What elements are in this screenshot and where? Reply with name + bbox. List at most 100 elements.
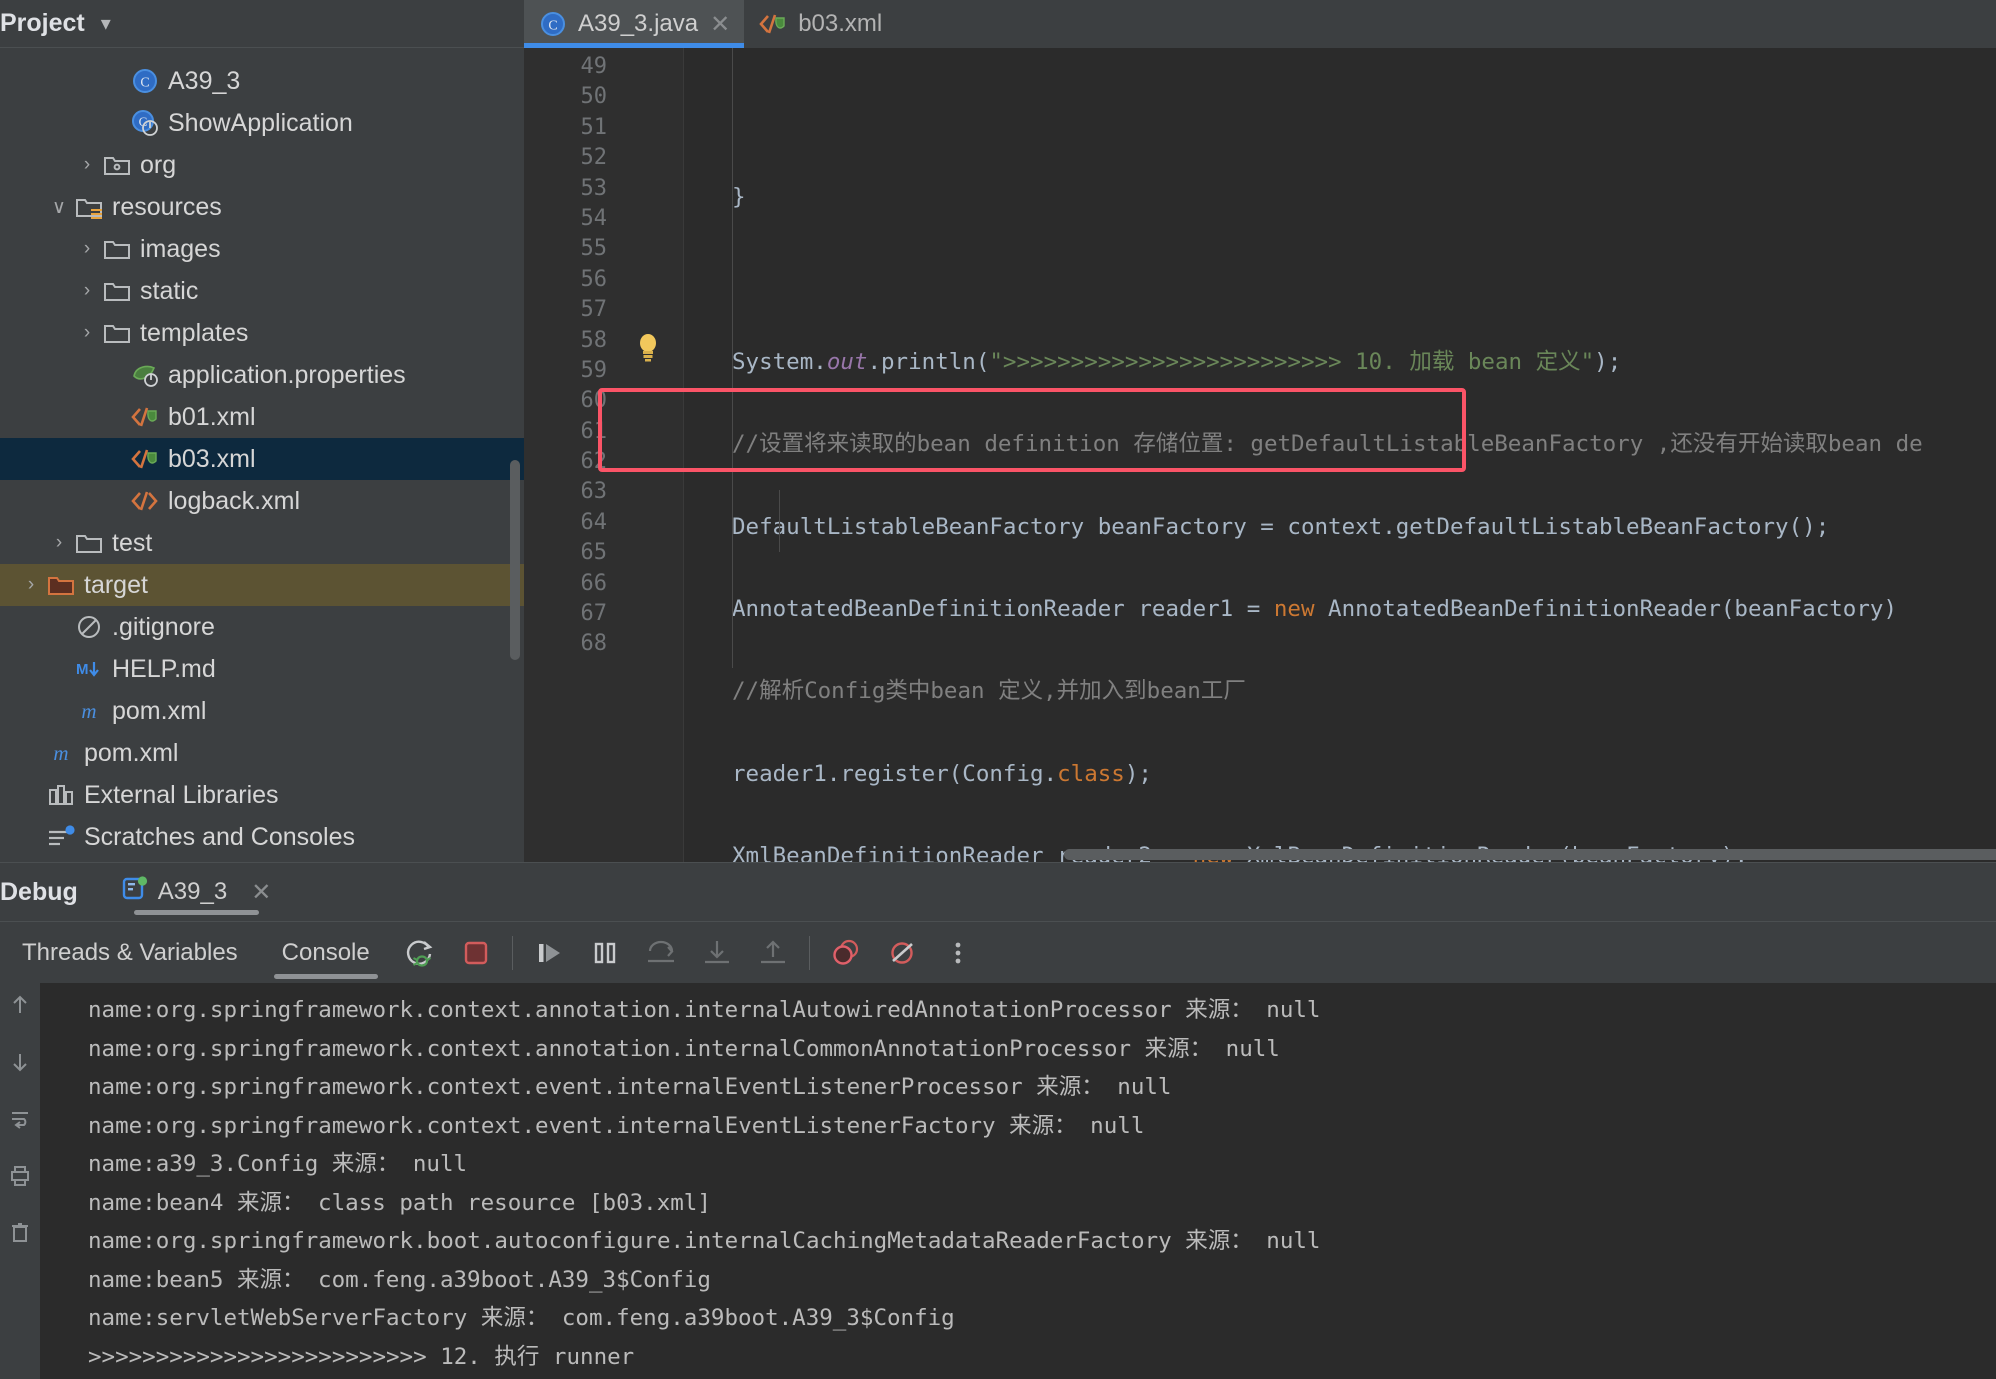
top-region: Project ▾ C A39_3 C ShowApplication › org ∨ res… — [0, 0, 1996, 862]
tree-item-images[interactable]: › images — [0, 228, 524, 270]
code-line-49: } — [732, 184, 746, 210]
sidebar-scrollbar[interactable] — [510, 460, 520, 660]
console-line: >>>>>>>>>>>>>>>>>>>>>>>>> 12. 执行 runner — [88, 1343, 635, 1370]
project-tree[interactable]: C A39_3 C ShowApplication › org ∨ resources › ima… — [0, 48, 524, 862]
tree-item-pom-xml[interactable]: m pom.xml — [0, 732, 524, 774]
editor-tab-a39-3-java[interactable]: C A39_3.java ✕ — [524, 0, 745, 48]
tree-item--gitignore[interactable]: .gitignore — [0, 606, 524, 648]
spring-xml-icon — [128, 444, 162, 474]
indent-guide — [779, 490, 780, 552]
tree-item-resources[interactable]: ∨ resources — [0, 186, 524, 228]
markdown-icon: M — [72, 654, 106, 684]
debug-toolbar: Threads & Variables Console — [0, 921, 1996, 983]
close-icon[interactable]: ✕ — [251, 878, 271, 907]
debug-session-tab[interactable]: A39_3 ✕ — [116, 863, 278, 921]
chevron-right-icon[interactable]: › — [46, 532, 72, 554]
toolbar-separator — [511, 935, 513, 970]
step-out-icon[interactable] — [745, 925, 801, 981]
project-tool-window-header[interactable]: Project ▾ — [0, 0, 524, 48]
scroll-down-icon[interactable] — [9, 1050, 31, 1079]
code-line-52: //设置将来读取的bean definition 存储位置: getDefaul… — [732, 431, 1923, 458]
mute-breakpoints-icon[interactable] — [818, 925, 874, 981]
tree-item-application-properties[interactable]: application.properties — [0, 354, 524, 396]
project-sidebar: Project ▾ C A39_3 C ShowApplication › org ∨ res… — [0, 0, 524, 862]
chevron-down-icon[interactable]: ∨ — [46, 196, 72, 219]
line-number: 58 — [580, 327, 608, 353]
tree-item-scratches-and-consoles[interactable]: Scratches and Consoles — [0, 816, 524, 858]
tree-item-static[interactable]: › static — [0, 270, 524, 312]
print-icon[interactable] — [9, 1164, 31, 1193]
close-icon[interactable]: ✕ — [710, 10, 730, 39]
tree-item-label: HELP.md — [112, 654, 216, 683]
scroll-up-icon[interactable] — [9, 993, 31, 1022]
console-line: name:org.springframework.context.event.i… — [88, 1112, 1145, 1139]
tree-item-pom-xml[interactable]: m pom.xml — [0, 690, 524, 732]
code-line-53: DefaultListableBeanFactory beanFactory =… — [732, 513, 1830, 540]
svg-text:C: C — [548, 19, 557, 34]
excluded-folder-icon — [44, 570, 78, 600]
tree-item-templates[interactable]: › templates — [0, 312, 524, 354]
spring-boot-class-icon: C — [128, 108, 162, 138]
tab-console[interactable]: Console — [260, 922, 392, 983]
editor-tab-b03-xml[interactable]: b03.xml — [744, 0, 896, 48]
tree-item-label: logback.xml — [168, 486, 300, 515]
tree-item-b03-xml[interactable]: b03.xml — [0, 438, 524, 480]
editor-horizontal-scrollbar[interactable] — [1064, 849, 1996, 860]
tree-item-help-md[interactable]: M HELP.md — [0, 648, 524, 690]
code-line-54: AnnotatedBeanDefinitionReader reader1 = … — [732, 595, 1897, 622]
chevron-right-icon[interactable]: › — [18, 574, 44, 596]
tree-item-external-libraries[interactable]: External Libraries — [0, 774, 524, 816]
stop-icon[interactable] — [448, 925, 504, 981]
tree-item-label: .gitignore — [112, 612, 215, 641]
tree-item-org[interactable]: › org — [0, 144, 524, 186]
tree-item-label: b03.xml — [168, 444, 256, 473]
chevron-down-icon[interactable]: ▾ — [101, 11, 111, 36]
console-line: name:org.springframework.context.event.i… — [88, 1074, 1172, 1100]
tree-item-label: org — [140, 150, 177, 179]
tree-item-b01-xml[interactable]: b01.xml — [0, 396, 524, 438]
tree-item-showapplication[interactable]: C ShowApplication — [0, 102, 524, 144]
line-number: 57 — [580, 297, 608, 323]
clear-all-icon[interactable] — [9, 1221, 31, 1250]
chevron-right-icon[interactable]: › — [74, 154, 100, 176]
soft-wrap-icon[interactable] — [9, 1107, 31, 1136]
chevron-right-icon[interactable]: › — [74, 322, 100, 344]
tree-item-label: b01.xml — [168, 402, 256, 431]
chevron-right-icon[interactable]: › — [74, 238, 100, 260]
line-number: 56 — [580, 266, 608, 292]
console-output-area[interactable]: name:org.springframework.context.annotat… — [0, 983, 1996, 1379]
line-number: 67 — [580, 601, 608, 627]
disable-breakpoints-icon[interactable] — [874, 925, 930, 981]
console-line: name:bean4 来源： class path resource [b03.… — [88, 1189, 711, 1216]
code-text[interactable]: } System.out.println(">>>>>>>>>>>>>>>>>>… — [684, 48, 1996, 862]
rerun-debug-icon[interactable] — [392, 925, 448, 981]
line-number: 65 — [580, 540, 608, 566]
code-line-55: //解析Config类中bean 定义,并加入到bean工厂 — [732, 678, 1246, 705]
step-into-icon[interactable] — [689, 925, 745, 981]
svg-text:m: m — [53, 741, 68, 765]
tree-item-target[interactable]: › target — [0, 564, 524, 606]
chevron-right-icon[interactable]: › — [74, 280, 100, 302]
tree-item-test[interactable]: › test — [0, 522, 524, 564]
tab-threads-and-variables[interactable]: Threads & Variables — [0, 922, 260, 983]
pause-program-icon[interactable] — [577, 925, 633, 981]
code-area[interactable]: 49 50 51 52 53 54 55 56 57 58 59 60 61 62 63 64 65 66 67 68 — [524, 48, 1996, 862]
tree-item-a39-3[interactable]: C A39_3 — [0, 60, 524, 102]
line-number: 50 — [580, 84, 608, 110]
intention-bulb-icon[interactable] — [635, 332, 661, 362]
line-number: 68 — [580, 631, 608, 657]
tree-item-label: target — [84, 570, 148, 599]
tree-item-label: images — [140, 234, 221, 263]
debug-panel-title: Debug — [0, 877, 78, 906]
step-over-icon[interactable] — [633, 925, 689, 981]
run-config-icon — [122, 875, 148, 909]
resume-program-icon[interactable] — [521, 925, 577, 981]
line-number-gutter: 49 50 51 52 53 54 55 56 57 58 59 60 61 62 63 64 65 66 67 68 — [524, 48, 619, 862]
editor-tabbar: C A39_3.java ✕ b03.xml — [524, 0, 1996, 48]
console-line: name:org.springframework.boot.autoconfig… — [88, 1228, 1321, 1254]
folder-icon — [100, 234, 134, 264]
gutter-icon-strip[interactable] — [619, 48, 684, 862]
more-options-icon[interactable] — [930, 925, 986, 981]
tree-item-logback-xml[interactable]: logback.xml — [0, 480, 524, 522]
